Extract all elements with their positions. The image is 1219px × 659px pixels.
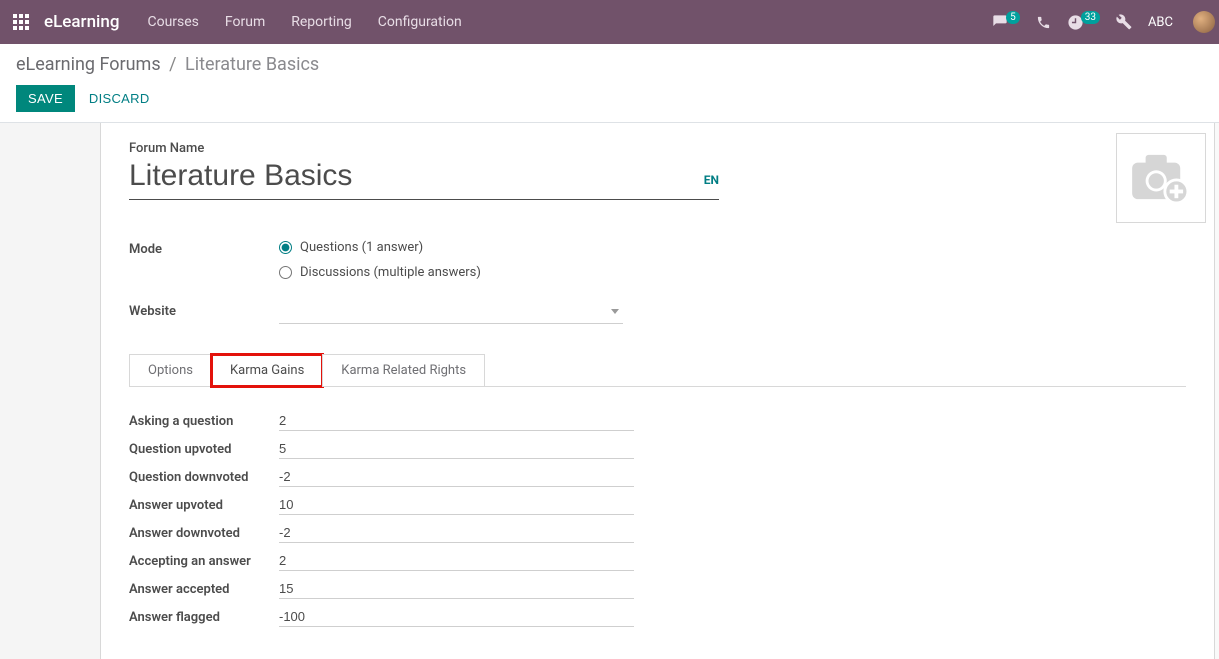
karma-row: Question downvoted <box>129 463 1186 491</box>
breadcrumb: eLearning Forums / Literature Basics <box>16 54 1203 75</box>
discard-button[interactable]: DISCARD <box>89 91 150 106</box>
phone-icon[interactable] <box>1036 15 1051 30</box>
karma-input-answer-flagged[interactable] <box>279 607 634 627</box>
karma-label: Answer downvoted <box>129 526 279 541</box>
top-navbar: eLearning Courses Forum Reporting Config… <box>0 0 1219 44</box>
karma-input-answer-downvoted[interactable] <box>279 523 634 543</box>
mode-option-discussions-label: Discussions (multiple answers) <box>300 265 481 280</box>
karma-label: Question upvoted <box>129 442 279 457</box>
karma-input-answer-upvoted[interactable] <box>279 495 634 515</box>
karma-input-accepting-answer[interactable] <box>279 551 634 571</box>
clock-icon[interactable]: 33 <box>1067 14 1100 31</box>
camera-plus-icon <box>1130 153 1192 203</box>
lang-button[interactable]: EN <box>704 173 719 199</box>
debug-icon[interactable] <box>1116 14 1132 30</box>
tab-body-karma-gains: Asking a question Question upvoted Quest… <box>129 386 1186 631</box>
karma-row: Accepting an answer <box>129 547 1186 575</box>
apps-icon[interactable] <box>12 13 30 31</box>
nav-right: 5 33 ABC <box>991 11 1207 33</box>
forum-name-label: Forum Name <box>129 141 1186 156</box>
nav-link-forum[interactable]: Forum <box>225 14 265 30</box>
nav-link-configuration[interactable]: Configuration <box>378 14 462 30</box>
mode-radio-group: Questions (1 answer) Discussions (multip… <box>279 240 481 280</box>
mode-option-discussions[interactable]: Discussions (multiple answers) <box>279 265 481 280</box>
karma-input-question-upvoted[interactable] <box>279 439 634 459</box>
title-row: EN <box>129 157 719 200</box>
nav-links: Courses Forum Reporting Configuration <box>147 14 991 30</box>
karma-input-asking-question[interactable] <box>279 411 634 431</box>
form-sheet-wrap: Forum Name EN Mode Questions (1 answer) … <box>0 123 1219 659</box>
messages-icon[interactable]: 5 <box>991 14 1020 30</box>
form-sheet: Forum Name EN Mode Questions (1 answer) … <box>100 123 1215 659</box>
messages-badge: 5 <box>1006 11 1020 24</box>
breadcrumb-current: Literature Basics <box>185 54 319 75</box>
karma-label: Accepting an answer <box>129 554 279 569</box>
action-buttons: SAVE DISCARD <box>16 85 1203 112</box>
activities-badge: 33 <box>1081 11 1100 24</box>
tab-karma-gains[interactable]: Karma Gains <box>211 354 323 387</box>
breadcrumb-sep: / <box>169 54 176 75</box>
avatar[interactable] <box>1193 11 1215 33</box>
karma-label: Asking a question <box>129 414 279 429</box>
control-panel: eLearning Forums / Literature Basics SAV… <box>0 44 1219 123</box>
karma-label: Answer accepted <box>129 582 279 597</box>
karma-label: Answer flagged <box>129 610 279 625</box>
karma-label: Question downvoted <box>129 470 279 485</box>
breadcrumb-parent[interactable]: eLearning Forums <box>16 54 161 75</box>
forum-name-input[interactable] <box>129 157 704 199</box>
nav-link-reporting[interactable]: Reporting <box>291 14 352 30</box>
karma-row: Asking a question <box>129 407 1186 435</box>
mode-row: Mode Questions (1 answer) Discussions (m… <box>129 240 1186 280</box>
mode-option-questions[interactable]: Questions (1 answer) <box>279 240 481 255</box>
karma-row: Question upvoted <box>129 435 1186 463</box>
karma-input-question-downvoted[interactable] <box>279 467 634 487</box>
user-name[interactable]: ABC <box>1148 15 1173 30</box>
website-select[interactable] <box>279 302 623 324</box>
sheet-left-gutter <box>0 123 100 659</box>
karma-row: Answer upvoted <box>129 491 1186 519</box>
karma-row: Answer downvoted <box>129 519 1186 547</box>
tab-options[interactable]: Options <box>129 354 212 387</box>
website-row: Website <box>129 302 1186 324</box>
tab-karma-rights[interactable]: Karma Related Rights <box>322 354 485 387</box>
mode-option-questions-label: Questions (1 answer) <box>300 240 423 255</box>
image-placeholder[interactable] <box>1116 133 1206 223</box>
website-label: Website <box>129 302 279 319</box>
tabs: Options Karma Gains Karma Related Rights <box>129 354 1186 387</box>
karma-row: Answer flagged <box>129 603 1186 631</box>
mode-radio-questions[interactable] <box>279 241 292 254</box>
nav-link-courses[interactable]: Courses <box>147 14 198 30</box>
karma-input-answer-accepted[interactable] <box>279 579 634 599</box>
brand-title[interactable]: eLearning <box>44 12 119 32</box>
mode-label: Mode <box>129 240 279 257</box>
mode-radio-discussions[interactable] <box>279 266 292 279</box>
save-button[interactable]: SAVE <box>16 85 75 112</box>
karma-label: Answer upvoted <box>129 498 279 513</box>
karma-row: Answer accepted <box>129 575 1186 603</box>
